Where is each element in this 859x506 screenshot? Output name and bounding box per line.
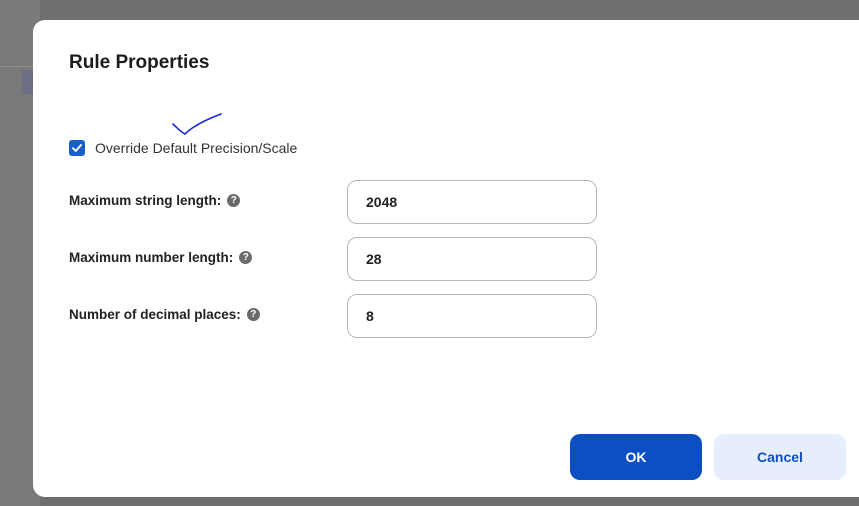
ok-button[interactable]: OK xyxy=(570,434,702,480)
dialog-title: Rule Properties xyxy=(69,52,210,73)
max-string-length-label-text: Maximum string length: xyxy=(69,193,222,208)
max-string-length-label: Maximum string length: ? xyxy=(69,193,241,208)
handwritten-checkmark-annotation xyxy=(172,113,222,135)
help-icon[interactable]: ? xyxy=(246,308,260,321)
max-number-length-label: Maximum number length: ? xyxy=(69,250,253,265)
decimal-places-row: Number of decimal places: ? xyxy=(69,294,609,338)
max-number-length-input[interactable] xyxy=(347,237,597,281)
rule-properties-dialog: Rule Properties Override Default Precisi… xyxy=(33,20,859,497)
decimal-places-label-text: Number of decimal places: xyxy=(69,307,241,322)
max-string-length-row: Maximum string length: ? xyxy=(69,180,609,224)
checkmark-icon xyxy=(72,144,82,152)
cancel-button[interactable]: Cancel xyxy=(714,434,846,480)
help-icon[interactable]: ? xyxy=(239,251,253,264)
max-number-length-row: Maximum number length: ? xyxy=(69,237,609,281)
max-number-length-label-text: Maximum number length: xyxy=(69,250,234,265)
override-checkbox[interactable] xyxy=(69,140,85,156)
override-checkbox-label: Override Default Precision/Scale xyxy=(95,140,298,156)
override-checkbox-row[interactable]: Override Default Precision/Scale xyxy=(69,140,297,156)
help-icon[interactable]: ? xyxy=(227,194,241,207)
decimal-places-label: Number of decimal places: ? xyxy=(69,307,260,322)
decimal-places-input[interactable] xyxy=(347,294,597,338)
max-string-length-input[interactable] xyxy=(347,180,597,224)
